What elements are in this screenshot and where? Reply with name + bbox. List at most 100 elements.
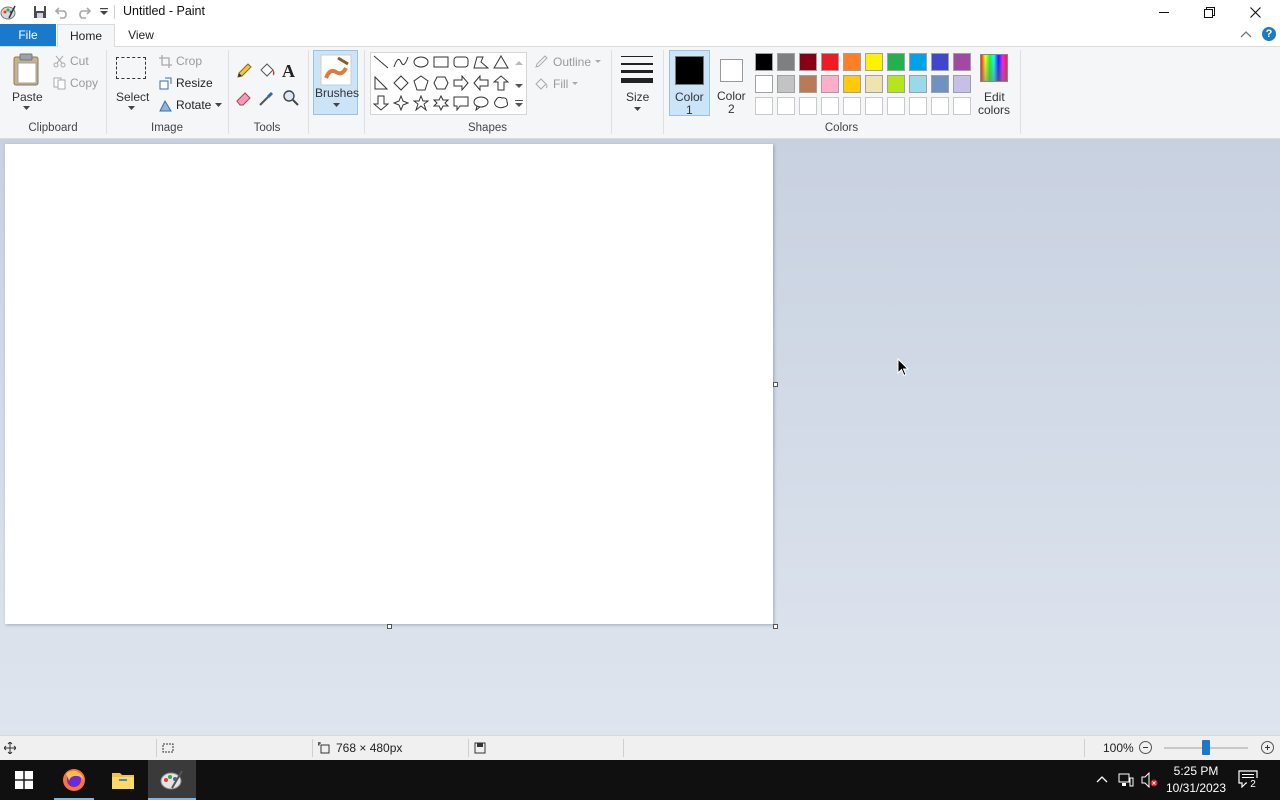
redo-icon[interactable] [76, 4, 92, 20]
color2-button[interactable]: Color 2 [712, 50, 752, 116]
close-button[interactable] [1232, 0, 1278, 24]
tab-home[interactable]: Home [57, 24, 115, 47]
tab-view[interactable]: View [115, 24, 167, 46]
eraser-tool[interactable] [235, 89, 253, 107]
five-point-star-shape[interactable] [412, 94, 430, 112]
pentagon-shape[interactable] [412, 74, 430, 92]
palette-swatch[interactable] [755, 75, 773, 93]
text-tool[interactable]: A [282, 61, 300, 81]
size-button[interactable]: Size [616, 51, 658, 115]
zoom-out-button[interactable] [1139, 741, 1152, 754]
palette-swatch[interactable] [777, 53, 795, 71]
canvas-resize-handle-bottom[interactable] [387, 624, 392, 629]
zoom-in-button[interactable] [1261, 741, 1274, 754]
palette-swatch[interactable] [909, 53, 927, 71]
outline-button[interactable]: Outline [534, 54, 602, 69]
shapes-expand-icon[interactable] [515, 97, 523, 111]
up-arrow-shape[interactable] [492, 74, 510, 92]
canvas-resize-handle-right[interactable] [773, 382, 778, 387]
palette-swatch[interactable] [821, 75, 839, 93]
canvas-resize-handle-corner[interactable] [773, 624, 778, 629]
palette-swatch[interactable] [931, 75, 949, 93]
palette-swatch[interactable] [799, 75, 817, 93]
oval-callout-shape[interactable] [472, 94, 490, 112]
pencil-tool[interactable] [235, 62, 253, 80]
drawing-canvas[interactable] [5, 144, 773, 624]
four-point-star-shape[interactable] [392, 94, 410, 112]
fill-tool[interactable] [258, 62, 276, 80]
palette-swatch[interactable] [887, 53, 905, 71]
customize-quick-access-icon[interactable] [96, 4, 112, 20]
start-button[interactable] [0, 760, 48, 800]
clock[interactable]: 5:25 PM 10/31/2023 [1160, 763, 1232, 797]
palette-swatch[interactable] [953, 53, 971, 71]
custom-color-slot[interactable] [821, 97, 839, 115]
crop-button[interactable]: Crop [159, 54, 202, 68]
palette-swatch[interactable] [821, 53, 839, 71]
brushes-button[interactable]: Brushes [313, 50, 359, 115]
copy-button[interactable]: Copy [53, 76, 98, 90]
palette-swatch[interactable] [865, 53, 883, 71]
hexagon-shape[interactable] [432, 74, 450, 92]
right-arrow-shape[interactable] [452, 74, 470, 92]
palette-swatch[interactable] [887, 75, 905, 93]
rotate-button[interactable]: Rotate [159, 98, 223, 112]
palette-swatch[interactable] [865, 75, 883, 93]
custom-color-slot[interactable] [909, 97, 927, 115]
triangle-shape[interactable] [492, 53, 510, 71]
palette-swatch[interactable] [799, 53, 817, 71]
show-hidden-icons[interactable] [1096, 773, 1108, 787]
taskbar-paint[interactable] [148, 760, 196, 800]
custom-color-slot[interactable] [777, 97, 795, 115]
undo-icon[interactable] [54, 4, 70, 20]
network-icon[interactable] [1118, 772, 1134, 791]
select-button[interactable]: Select [112, 53, 152, 117]
volume-muted-icon[interactable] [1141, 771, 1159, 791]
color-picker-tool[interactable] [258, 89, 276, 107]
magnifier-tool[interactable] [282, 89, 300, 107]
custom-color-slot[interactable] [799, 97, 817, 115]
palette-swatch[interactable] [909, 75, 927, 93]
palette-swatch[interactable] [843, 53, 861, 71]
rectangular-callout-shape[interactable] [452, 94, 470, 112]
minimize-button[interactable] [1141, 0, 1187, 24]
paste-button[interactable]: Paste [8, 53, 46, 117]
line-shape[interactable] [372, 53, 390, 71]
taskbar-firefox[interactable] [50, 760, 98, 800]
resize-button[interactable]: Resize [159, 76, 213, 90]
polygon-shape[interactable] [472, 53, 490, 71]
tab-file[interactable]: File [0, 24, 56, 46]
custom-color-slot[interactable] [931, 97, 949, 115]
fill-button[interactable]: Fill [534, 76, 579, 91]
custom-color-slot[interactable] [953, 97, 971, 115]
oval-shape[interactable] [412, 53, 430, 71]
rounded-rectangle-shape[interactable] [452, 53, 470, 71]
down-arrow-shape[interactable] [372, 94, 390, 112]
action-center-button[interactable]: 2 [1238, 770, 1259, 791]
color1-button[interactable]: Color 1 [669, 50, 710, 117]
palette-swatch[interactable] [931, 53, 949, 71]
palette-swatch[interactable] [843, 75, 861, 93]
six-point-star-shape[interactable] [432, 94, 450, 112]
custom-color-slot[interactable] [843, 97, 861, 115]
shapes-scroll-down-icon[interactable] [515, 78, 523, 92]
zoom-slider-thumb[interactable] [1202, 740, 1210, 755]
cut-button[interactable]: Cut [53, 54, 89, 68]
edit-colors-button[interactable]: Edit colors [974, 51, 1014, 117]
shapes-scroll-up-icon[interactable] [515, 55, 523, 69]
diamond-shape[interactable] [392, 74, 410, 92]
curve-shape[interactable] [392, 53, 410, 71]
taskbar-file-explorer[interactable] [99, 760, 147, 800]
restore-button[interactable] [1186, 0, 1232, 24]
rectangle-shape[interactable] [432, 53, 450, 71]
palette-swatch[interactable] [953, 75, 971, 93]
collapse-ribbon-icon[interactable] [1240, 29, 1252, 43]
cloud-callout-shape[interactable] [492, 94, 510, 112]
paint-app-icon[interactable] [0, 4, 16, 20]
left-arrow-shape[interactable] [472, 74, 490, 92]
custom-color-slot[interactable] [755, 97, 773, 115]
custom-color-slot[interactable] [887, 97, 905, 115]
right-triangle-shape[interactable] [372, 74, 390, 92]
custom-color-slot[interactable] [865, 97, 883, 115]
palette-swatch[interactable] [755, 53, 773, 71]
